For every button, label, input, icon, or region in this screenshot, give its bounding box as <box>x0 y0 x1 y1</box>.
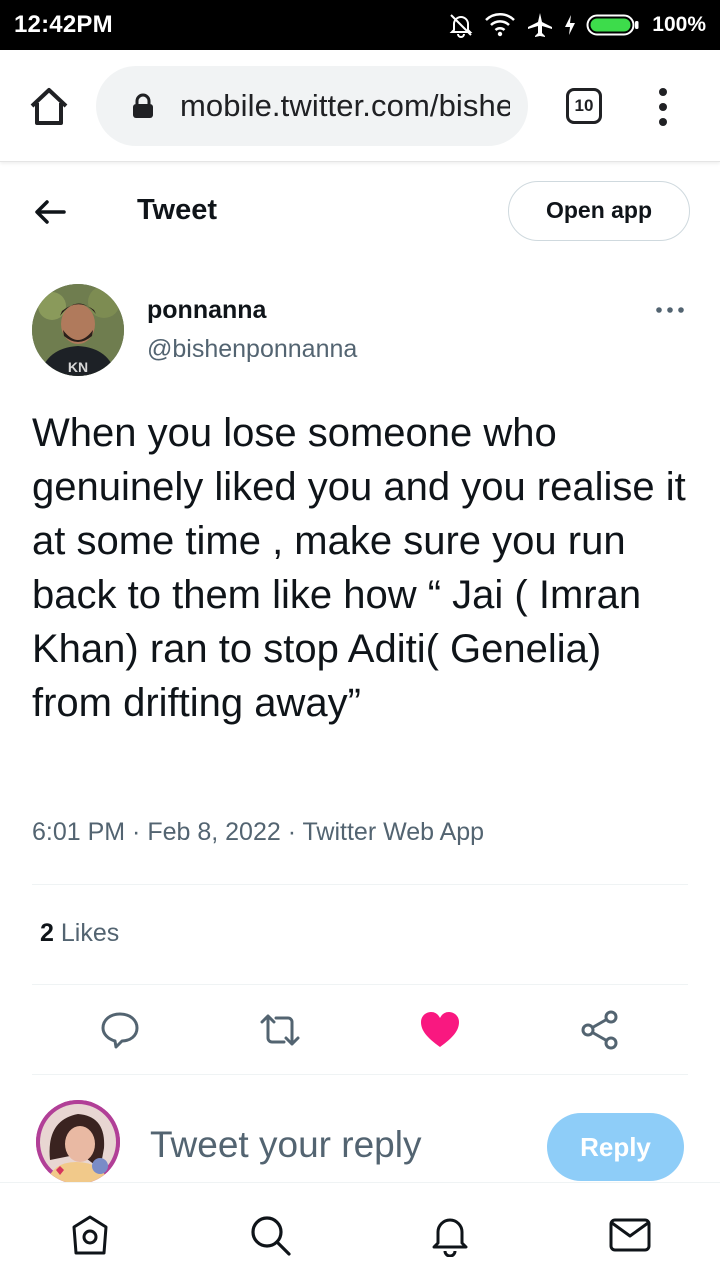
reply-button[interactable] <box>98 1008 142 1052</box>
likes-link[interactable]: 2 Likes <box>40 919 119 948</box>
wifi-icon <box>484 12 516 38</box>
arrow-left-icon <box>35 200 66 224</box>
tab-switcher-button[interactable]: 10 <box>566 88 602 124</box>
status-time: 12:42PM <box>14 11 113 38</box>
charging-icon <box>564 14 576 36</box>
retweet-button[interactable] <box>258 1008 302 1052</box>
home-icon <box>72 1215 108 1255</box>
reply-submit-button[interactable]: Reply <box>547 1113 684 1181</box>
tweet-more-button[interactable] <box>654 300 686 320</box>
tweet-timestamp[interactable]: 6:01 PM · Feb 8, 2022 · Twitter Web App <box>32 818 484 847</box>
nav-home[interactable] <box>68 1213 112 1257</box>
reply-icon <box>101 1012 139 1049</box>
like-button[interactable] <box>418 1008 462 1052</box>
notifications-icon <box>432 1218 468 1258</box>
divider <box>32 1074 688 1075</box>
battery-percent: 100% <box>652 13 706 36</box>
author-avatar[interactable]: KN <box>32 284 124 376</box>
author-name[interactable]: ponnanna <box>147 296 266 325</box>
airplane-icon <box>526 11 554 39</box>
status-icons: 100% <box>448 10 706 40</box>
page-title: Tweet <box>137 194 218 226</box>
share-icon <box>581 1010 618 1050</box>
messages-icon <box>609 1218 651 1252</box>
author-handle[interactable]: @bishenponnanna <box>147 335 357 364</box>
lock-icon <box>133 93 153 118</box>
share-button[interactable] <box>578 1008 622 1052</box>
likes-label: Likes <box>60 919 120 947</box>
tweet-page-header: Tweet Open app <box>0 162 720 262</box>
nav-search[interactable] <box>248 1213 292 1257</box>
search-icon <box>251 1216 291 1256</box>
divider <box>32 984 688 985</box>
retweet-icon <box>260 1014 300 1046</box>
bell-muted-icon <box>448 12 474 38</box>
address-bar[interactable]: mobile.twitter.com/bishenponnanna/status <box>96 66 528 146</box>
reply-input[interactable]: Tweet your reply <box>150 1124 421 1166</box>
status-bar: 12:42PM 100% <box>0 0 720 50</box>
browser-menu-button[interactable] <box>652 86 674 128</box>
bottom-navigation <box>0 1182 720 1280</box>
url-text[interactable]: mobile.twitter.com/bishenponnanna/status <box>180 88 510 124</box>
more-horizontal-icon <box>656 307 684 313</box>
battery-icon <box>586 12 640 38</box>
nav-messages[interactable] <box>608 1213 652 1257</box>
svg-text:KN: KN <box>68 359 88 375</box>
home-icon <box>30 88 68 125</box>
heart-icon <box>421 1012 459 1047</box>
divider <box>32 884 688 885</box>
tweet-text: When you lose someone who genuinely like… <box>32 411 686 725</box>
browser-home-button[interactable] <box>26 84 72 130</box>
likes-count: 2 <box>40 919 54 947</box>
open-app-button[interactable]: Open app <box>508 181 690 241</box>
user-avatar[interactable] <box>36 1100 120 1184</box>
more-vert-icon <box>659 88 667 126</box>
nav-notifications[interactable] <box>428 1213 472 1258</box>
back-button[interactable] <box>30 192 70 232</box>
browser-toolbar: mobile.twitter.com/bishenponnanna/status… <box>0 50 720 162</box>
